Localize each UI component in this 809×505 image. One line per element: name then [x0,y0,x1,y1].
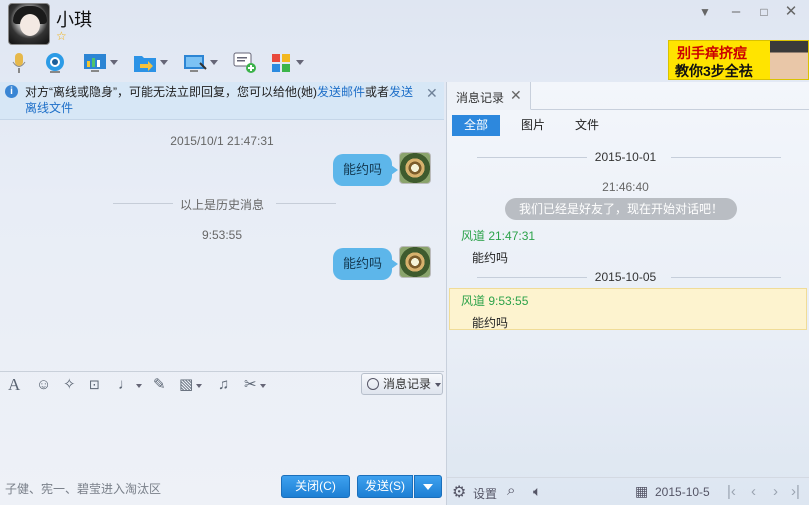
minimize-icon[interactable]: – [728,4,744,20]
my-avatar[interactable] [399,246,431,278]
message-timestamp: 9:53:55 [201,228,243,242]
image-icon[interactable]: ▧ [179,376,203,394]
microphone-icon[interactable] [6,50,32,76]
message-bubble[interactable]: 能约吗 [333,248,399,280]
screen-share-icon[interactable] [82,50,118,76]
message-bubble[interactable]: 能约吗 [333,154,399,186]
ad-line-2: 教你3步全祛 [675,63,753,79]
next-page-icon[interactable]: › [773,483,778,500]
file-transfer-icon[interactable] [132,50,168,76]
ad-image [770,41,808,79]
previous-page-icon[interactable]: ‹ [751,483,756,500]
history-footer: ⚙ 设置 ⌕ 🔈︎ ▦ 2015-10-5 |‹ ‹ › ›| [447,477,809,505]
maximize-icon[interactable]: □ [756,4,772,20]
my-avatar[interactable] [399,152,431,184]
filter-files[interactable]: 文件 [563,115,611,136]
font-icon[interactable]: A [8,376,20,394]
history-message: 能约吗 [472,316,509,330]
speaker-icon[interactable]: 🔈︎ [533,483,541,500]
message-input[interactable] [0,398,444,472]
music-icon[interactable]: ♫ [218,376,229,394]
search-icon[interactable]: ⌕ [507,482,515,499]
emoji-icon[interactable]: ☺ [36,376,51,394]
settings-label[interactable]: 设置 [473,485,497,502]
calendar-icon[interactable]: ▦ [635,483,648,500]
dropdown-icon[interactable]: ▼ [697,4,713,20]
edit-icon[interactable]: ✎ [153,376,166,394]
last-page-icon[interactable]: ›| [791,483,800,500]
filter-images[interactable]: 图片 [509,115,557,136]
notice-text: 对方“离线或隐身”，可能无法立即回复，您可以给他(她)发送邮件或者发送离线文件 [25,84,415,116]
send-options-button[interactable] [414,475,442,498]
apps-icon[interactable] [268,50,304,76]
clock-icon [367,378,379,390]
filter-all[interactable]: 全部 [452,115,500,136]
remote-desktop-icon[interactable] [182,50,218,76]
system-message: 我们已经是好友了，现在开始对话吧！ [505,198,737,220]
first-page-icon[interactable]: |‹ [727,483,736,500]
close-tab-icon[interactable]: ✕ [510,87,522,104]
close-notice-icon[interactable]: ✕ [426,85,438,102]
webcam-icon[interactable] [42,50,68,76]
message-history-button[interactable]: 消息记录 [361,373,443,395]
history-sender: 风道 9:53:55 [461,294,529,308]
notice-text-before: 对方“离线或隐身”，可能无法立即回复，您可以给他(她) [25,85,317,99]
info-icon: i [5,85,18,98]
send-email-link[interactable]: 发送邮件 [317,85,365,99]
status-hint: 子健、宪一、碧莹进入淘汰区 [5,482,162,496]
voice-message-icon[interactable]: ♩ [118,376,142,394]
close-icon[interactable]: ✕ [783,4,799,20]
star-icon[interactable]: ☆ [56,29,67,43]
date-divider-line [671,277,781,278]
close-button[interactable]: 关闭(C) [281,475,350,498]
chat-area: 2015/10/1 21:47:31 能约吗 以上是历史消息 9:53:55 能… [0,121,444,371]
history-time: 21:46:40 [602,180,649,194]
contact-avatar[interactable] [8,3,50,45]
history-message[interactable]: 能约吗 [472,249,508,266]
divider-line [276,203,336,204]
highlighted-entry[interactable]: 风道 9:53:55 能约吗 [449,288,807,330]
chat-header: 小琪 ☆ ▼ – □ ✕ 别手痒挤痘 教你3步全祛 [0,0,809,82]
date-divider-line [671,157,781,158]
chevron-down-icon [435,383,441,387]
notice-text-mid: 或者 [365,85,390,99]
history-panel: 消息记录 ✕ 全部 图片 文件 2015-10-01 21:46:40 我们已经… [446,82,809,505]
chevron-down-icon [423,484,433,490]
history-sender: 风道 21:47:31 [461,229,536,243]
current-date[interactable]: 2015-10-5 [655,485,710,499]
ad-banner[interactable]: 别手痒挤痘 教你3步全祛 [668,40,809,80]
screenshot-frame-icon[interactable]: ⊡ [89,376,100,394]
offline-notice: i 对方“离线或隐身”，可能无法立即回复，您可以给他(她)发送邮件或者发送离线文… [0,82,444,120]
add-message-icon[interactable] [232,50,258,76]
scissors-icon[interactable]: ✂ [244,376,265,394]
tab-label: 消息记录 [456,91,505,105]
history-divider: 以上是历史消息 [179,198,264,212]
gear-icon[interactable]: ⚙ [452,482,466,502]
history-button-label: 消息记录 [383,377,432,391]
ad-line-1: 别手痒挤痘 [677,45,747,61]
send-button[interactable]: 发送(S) [357,475,413,498]
tab-message-history[interactable]: 消息记录 ✕ [447,82,531,110]
message-timestamp: 2015/10/1 21:47:31 [170,134,274,148]
magic-icon[interactable]: ✧ [63,376,76,394]
